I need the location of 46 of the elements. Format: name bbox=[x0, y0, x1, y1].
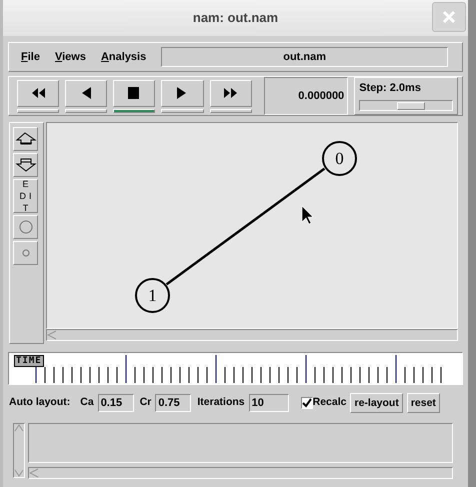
network-node[interactable]: 1 bbox=[135, 278, 170, 313]
window-title: nam: out.nam bbox=[192, 9, 278, 28]
auto-layout-label: Auto layout: bbox=[9, 395, 70, 410]
scroll-down-icon bbox=[14, 469, 24, 477]
play-button[interactable] bbox=[161, 80, 204, 106]
tool-button[interactable] bbox=[13, 127, 38, 151]
zoom-out-icon bbox=[14, 157, 36, 173]
horizontal-scrollbar[interactable] bbox=[46, 329, 458, 341]
field-label: Iterations bbox=[197, 395, 245, 410]
layout-button[interactable]: re-layout bbox=[350, 393, 403, 413]
rewind-button[interactable] bbox=[17, 80, 60, 106]
step-slider[interactable] bbox=[359, 100, 454, 110]
step-label: Step: 2.0ms bbox=[359, 81, 422, 96]
rewind-icon bbox=[30, 86, 46, 100]
menu-item[interactable]: File bbox=[21, 48, 40, 66]
slider-thumb[interactable] bbox=[396, 102, 425, 110]
value-field[interactable]: 0.75 bbox=[155, 394, 192, 412]
menu-item[interactable]: Analysis bbox=[100, 48, 146, 66]
scroll-left-icon bbox=[29, 468, 39, 478]
time-display: 0.000000 bbox=[264, 77, 348, 115]
field-label: Ca bbox=[80, 395, 94, 410]
time-marker-label[interactable]: TIME bbox=[14, 355, 44, 367]
menu-item[interactable]: Views bbox=[54, 48, 86, 66]
mouse-pointer-icon bbox=[302, 205, 314, 224]
back-button[interactable] bbox=[65, 80, 108, 106]
value-field[interactable]: 10 bbox=[248, 394, 289, 412]
tool-button[interactable] bbox=[13, 153, 38, 177]
layout-button[interactable]: reset bbox=[406, 393, 440, 413]
edit-button[interactable]: EDIT bbox=[13, 179, 38, 213]
scroll-left-icon bbox=[47, 330, 57, 340]
forward-button[interactable] bbox=[210, 80, 252, 106]
stop-button[interactable] bbox=[113, 80, 156, 106]
file-name-field: out.nam bbox=[161, 47, 448, 67]
check-icon bbox=[302, 398, 312, 408]
scroll-up-icon bbox=[14, 424, 24, 432]
field-label: Cr bbox=[140, 395, 152, 410]
close-icon bbox=[442, 10, 456, 24]
vertical-scrollbar[interactable] bbox=[13, 423, 25, 478]
small-circle-icon bbox=[22, 249, 30, 257]
output-text-area[interactable] bbox=[28, 423, 453, 463]
recalc-checkbox[interactable]: Recalc bbox=[300, 395, 346, 411]
zoom-in-icon bbox=[14, 131, 36, 147]
network-node[interactable]: 0 bbox=[322, 141, 357, 176]
fast-forward-icon bbox=[222, 86, 239, 100]
horizontal-scrollbar[interactable] bbox=[28, 467, 453, 479]
value-field[interactable]: 0.15 bbox=[98, 394, 134, 412]
